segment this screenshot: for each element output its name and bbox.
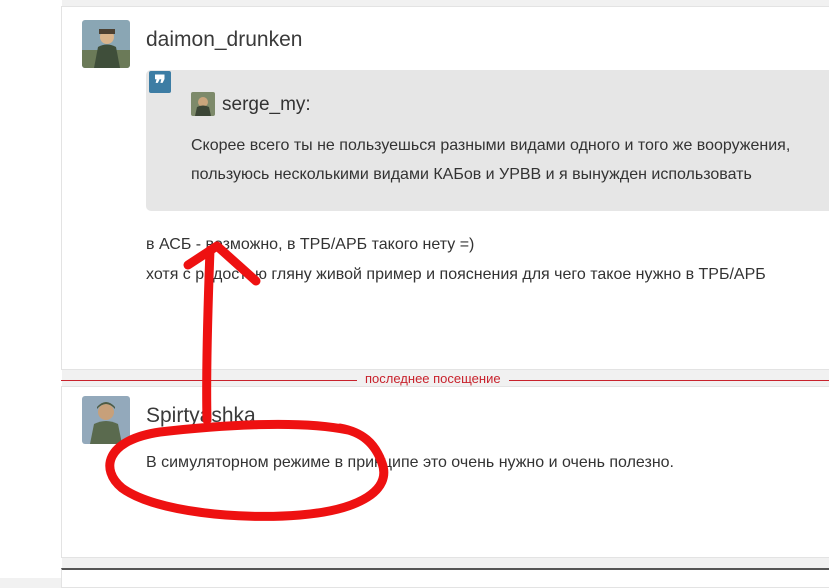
quote-text-line: пользуюсь несколькими видами КАБов и УРВ… <box>191 166 752 183</box>
quote-avatar[interactable] <box>191 92 215 116</box>
avatar[interactable] <box>82 20 130 68</box>
quote-author[interactable]: serge_my: <box>222 94 311 116</box>
quote-text-line: Скорее всего ты не пользуешься разными в… <box>191 137 791 154</box>
page-gutter <box>0 0 62 578</box>
post-author[interactable]: Spirtyashka <box>146 404 256 428</box>
next-post-card <box>61 568 829 588</box>
quote-icon: ❞ <box>149 71 171 97</box>
post-text-line: В симуляторном режиме в принципе это оче… <box>146 454 674 471</box>
post-text-line: хотя с радостью гляну живой пример и поя… <box>146 266 766 283</box>
avatar[interactable] <box>82 396 130 444</box>
last-visit-label: последнее посещение <box>357 371 509 386</box>
post-author[interactable]: daimon_drunken <box>146 28 302 52</box>
post-text-line: в АСБ - возможно, в ТРБ/АРБ такого нету … <box>146 236 475 253</box>
